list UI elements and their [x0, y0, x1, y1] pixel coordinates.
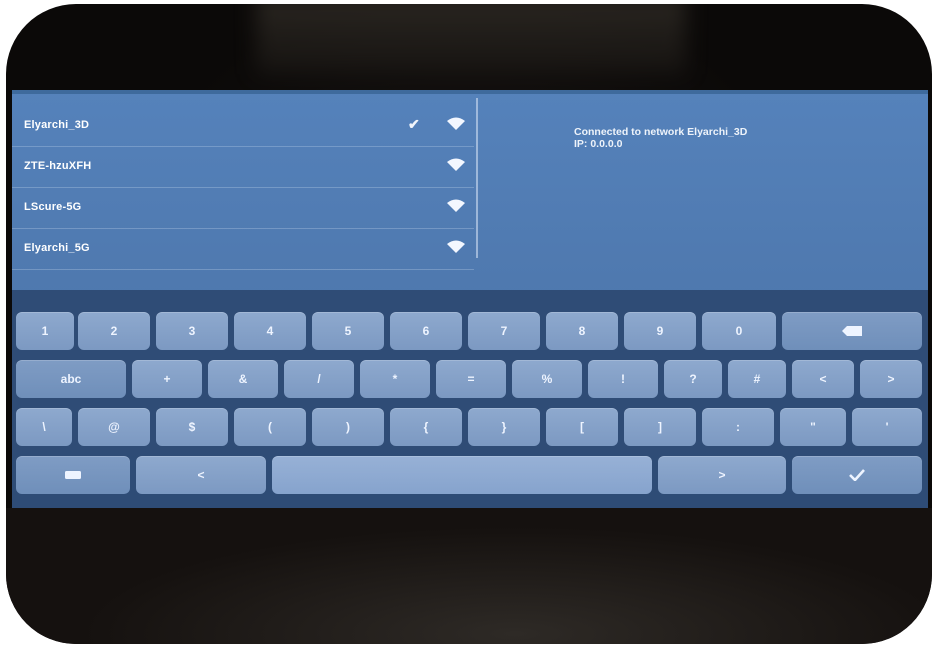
screen-topbar [12, 90, 928, 94]
backspace-icon [842, 326, 862, 336]
key-backslash[interactable]: \ [16, 408, 72, 446]
device-screen: Elyarchi_3D ✔ ZTE-hzuXFH LScure-5G Elyar… [12, 90, 928, 508]
key-3[interactable]: 3 [156, 312, 228, 350]
wifi-network-row[interactable]: Elyarchi_3D ✔ [12, 106, 474, 147]
key-asterisk[interactable]: * [360, 360, 430, 398]
abc-key[interactable]: abc [16, 360, 126, 398]
photo-frame: Elyarchi_3D ✔ ZTE-hzuXFH LScure-5G Elyar… [6, 4, 932, 644]
cursor-left-key[interactable]: < [136, 456, 266, 494]
key-dollar[interactable]: $ [156, 408, 228, 446]
scroll-divider[interactable] [476, 98, 478, 258]
wifi-network-name: LScure-5G [24, 201, 82, 213]
status-line-connected: Connected to network Elyarchi_3D [574, 126, 748, 138]
connected-check-icon: ✔ [408, 116, 420, 132]
key-ampersand[interactable]: & [208, 360, 278, 398]
key-0[interactable]: 0 [702, 312, 776, 350]
key-7[interactable]: 7 [468, 312, 540, 350]
key-close-brace[interactable]: } [468, 408, 540, 446]
key-at[interactable]: @ [78, 408, 150, 446]
key-open-paren[interactable]: ( [234, 408, 306, 446]
key-close-paren[interactable]: ) [312, 408, 384, 446]
key-colon[interactable]: : [702, 408, 774, 446]
enter-key[interactable] [792, 456, 922, 494]
wifi-signal-icon [447, 158, 465, 171]
key-open-bracket[interactable]: [ [546, 408, 618, 446]
key-percent[interactable]: % [512, 360, 582, 398]
key-slash[interactable]: / [284, 360, 354, 398]
key-greater-than[interactable]: > [860, 360, 922, 398]
device-bezel-bottom [6, 508, 932, 644]
key-2[interactable]: 2 [78, 312, 150, 350]
key-exclamation[interactable]: ! [588, 360, 658, 398]
key-plus[interactable]: + [132, 360, 202, 398]
wifi-network-row[interactable]: Elyarchi_5G [12, 229, 474, 270]
wifi-network-row[interactable]: ZTE-hzuXFH [12, 147, 474, 188]
key-less-than[interactable]: < [792, 360, 854, 398]
key-9[interactable]: 9 [624, 312, 696, 350]
backspace-key[interactable] [782, 312, 922, 350]
status-line-ip: IP: 0.0.0.0 [574, 138, 623, 150]
key-double-quote[interactable]: " [780, 408, 846, 446]
wifi-network-list: Elyarchi_3D ✔ ZTE-hzuXFH LScure-5G Elyar… [12, 106, 474, 278]
key-6[interactable]: 6 [390, 312, 462, 350]
wifi-network-name: ZTE-hzuXFH [24, 160, 92, 172]
keyboard-icon [65, 471, 81, 479]
key-close-bracket[interactable]: ] [624, 408, 696, 446]
key-8[interactable]: 8 [546, 312, 618, 350]
wifi-network-name: Elyarchi_3D [24, 119, 90, 131]
wifi-signal-icon [447, 240, 465, 253]
key-4[interactable]: 4 [234, 312, 306, 350]
key-question[interactable]: ? [664, 360, 722, 398]
wifi-signal-icon [447, 199, 465, 212]
key-1[interactable]: 1 [16, 312, 74, 350]
space-key[interactable] [272, 456, 652, 494]
key-hash[interactable]: # [728, 360, 786, 398]
checkmark-icon [849, 469, 865, 481]
key-single-quote[interactable]: ' [852, 408, 922, 446]
wifi-signal-icon [447, 117, 465, 130]
key-5[interactable]: 5 [312, 312, 384, 350]
key-open-brace[interactable]: { [390, 408, 462, 446]
connection-status: Connected to network Elyarchi_3D IP: 0.0… [574, 126, 747, 150]
wifi-network-name: Elyarchi_5G [24, 242, 90, 254]
wifi-network-row[interactable]: LScure-5G [12, 188, 474, 229]
cursor-right-key[interactable]: > [658, 456, 786, 494]
key-equals[interactable]: = [436, 360, 506, 398]
keyboard-toggle-key[interactable] [16, 456, 130, 494]
